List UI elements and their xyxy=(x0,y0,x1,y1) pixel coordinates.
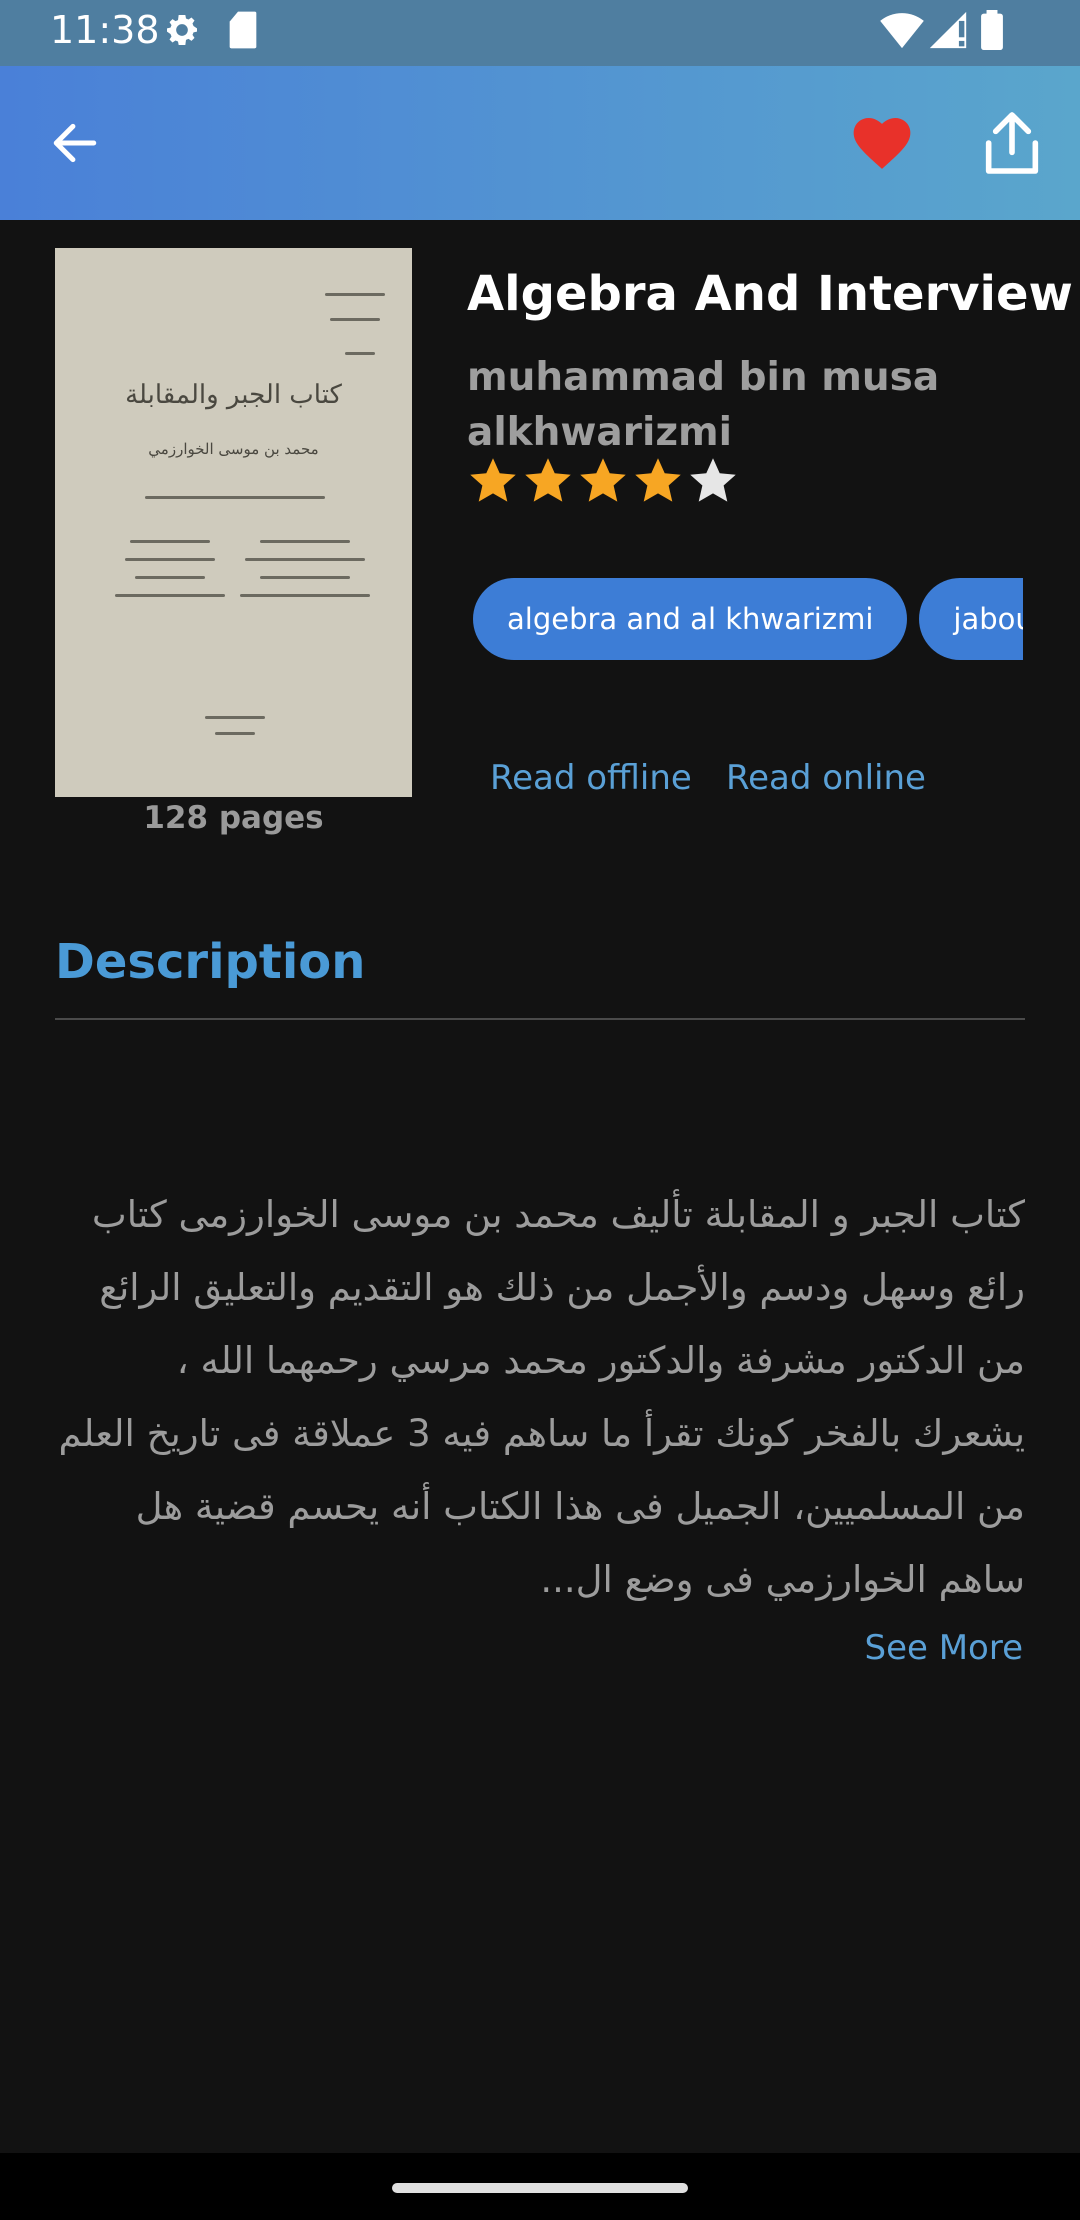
page-count: 128 pages xyxy=(143,800,324,836)
description-text: كتاب الجبر و المقابلة تأليف محمد بن موسى… xyxy=(58,1193,1025,1601)
share-button[interactable] xyxy=(984,110,1040,180)
tag-chip[interactable]: algebra and al khwarizmi xyxy=(473,578,908,660)
tag-list: algebra and al khwarizmijabour ... xyxy=(473,578,1023,660)
signal-icon xyxy=(928,10,968,54)
book-author[interactable]: muhammad bin musa alkhwarizmi xyxy=(467,350,1027,460)
read-offline-button[interactable]: Read offline xyxy=(490,758,692,798)
star-filled-icon xyxy=(632,455,684,507)
heart-icon xyxy=(853,118,911,169)
rating-stars xyxy=(467,455,742,507)
sd-card-icon xyxy=(228,10,258,54)
star-empty-icon xyxy=(687,455,739,507)
wifi-icon xyxy=(880,10,924,54)
gear-icon xyxy=(162,10,202,54)
cover-title-text: كتاب الجبر والمقابلة xyxy=(125,380,342,410)
home-gesture-handle[interactable] xyxy=(392,2183,688,2193)
arrow-left-icon xyxy=(53,123,97,163)
book-cover-image[interactable]: كتاب الجبر والمقابلة محمد بن موسى الخوار… xyxy=(55,248,412,797)
cover-author-text: محمد بن موسى الخوارزمي xyxy=(148,440,319,458)
read-online-button[interactable]: Read online xyxy=(726,758,926,798)
star-filled-icon xyxy=(467,455,519,507)
divider xyxy=(55,1018,1025,1020)
app-bar xyxy=(0,66,1080,220)
battery-icon xyxy=(980,10,1004,54)
status-bar: 11:38 xyxy=(0,0,1080,66)
favorite-button[interactable] xyxy=(853,118,911,174)
book-title: Algebra And Interview xyxy=(467,266,1073,322)
star-filled-icon xyxy=(522,455,574,507)
back-button[interactable] xyxy=(50,118,100,172)
see-more-button[interactable]: See More xyxy=(864,1628,1023,1668)
status-time: 11:38 xyxy=(50,8,160,52)
share-icon xyxy=(985,112,1039,174)
tag-chip[interactable]: jabour ... xyxy=(919,578,1023,660)
star-filled-icon xyxy=(577,455,629,507)
description-heading: Description xyxy=(55,934,366,990)
